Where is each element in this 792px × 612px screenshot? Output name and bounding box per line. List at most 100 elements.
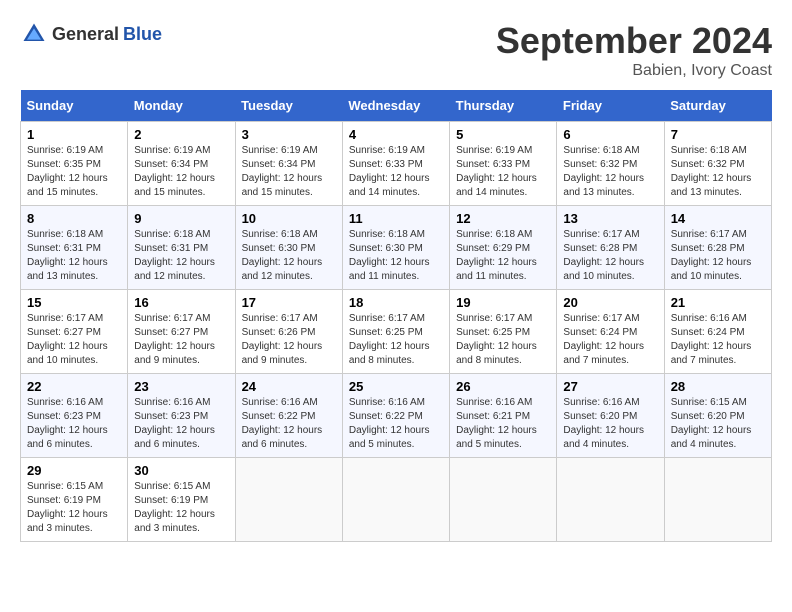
day-info: Sunrise: 6:16 AMSunset: 6:21 PMDaylight:… <box>456 396 550 452</box>
day-info: Sunrise: 6:16 AMSunset: 6:20 PMDaylight:… <box>563 396 657 452</box>
day-number: 7 <box>671 127 765 142</box>
logo: GeneralBlue <box>20 20 162 48</box>
day-number: 18 <box>349 295 443 310</box>
calendar-cell: 19 Sunrise: 6:17 AMSunset: 6:25 PMDayligh… <box>450 290 557 374</box>
day-info: Sunrise: 6:17 AMSunset: 6:27 PMDaylight:… <box>134 312 228 368</box>
day-number: 24 <box>242 379 336 394</box>
calendar-cell: 12 Sunrise: 6:18 AMSunset: 6:29 PMDayligh… <box>450 206 557 290</box>
day-info: Sunrise: 6:17 AMSunset: 6:24 PMDaylight:… <box>563 312 657 368</box>
logo-icon <box>20 20 48 48</box>
day-info: Sunrise: 6:19 AMSunset: 6:35 PMDaylight:… <box>27 144 121 200</box>
calendar-cell: 23 Sunrise: 6:16 AMSunset: 6:23 PMDayligh… <box>128 374 235 458</box>
day-info: Sunrise: 6:17 AMSunset: 6:26 PMDaylight:… <box>242 312 336 368</box>
day-number: 28 <box>671 379 765 394</box>
calendar-week-row: 1 Sunrise: 6:19 AMSunset: 6:35 PMDaylight… <box>21 122 772 206</box>
day-number: 21 <box>671 295 765 310</box>
calendar-week-row: 22 Sunrise: 6:16 AMSunset: 6:23 PMDayligh… <box>21 374 772 458</box>
weekday-header-monday: Monday <box>128 90 235 122</box>
calendar-cell: 21 Sunrise: 6:16 AMSunset: 6:24 PMDayligh… <box>664 290 771 374</box>
day-number: 20 <box>563 295 657 310</box>
calendar-week-row: 15 Sunrise: 6:17 AMSunset: 6:27 PMDayligh… <box>21 290 772 374</box>
day-number: 6 <box>563 127 657 142</box>
day-number: 8 <box>27 211 121 226</box>
day-info: Sunrise: 6:17 AMSunset: 6:25 PMDaylight:… <box>456 312 550 368</box>
day-number: 27 <box>563 379 657 394</box>
day-info: Sunrise: 6:16 AMSunset: 6:23 PMDaylight:… <box>134 396 228 452</box>
day-info: Sunrise: 6:18 AMSunset: 6:29 PMDaylight:… <box>456 228 550 284</box>
calendar-cell: 9 Sunrise: 6:18 AMSunset: 6:31 PMDaylight… <box>128 206 235 290</box>
weekday-header-thursday: Thursday <box>450 90 557 122</box>
calendar-cell: 4 Sunrise: 6:19 AMSunset: 6:33 PMDaylight… <box>342 122 449 206</box>
day-number: 5 <box>456 127 550 142</box>
day-info: Sunrise: 6:17 AMSunset: 6:28 PMDaylight:… <box>563 228 657 284</box>
day-number: 23 <box>134 379 228 394</box>
calendar-table: SundayMondayTuesdayWednesdayThursdayFrid… <box>20 90 772 542</box>
calendar-cell: 15 Sunrise: 6:17 AMSunset: 6:27 PMDayligh… <box>21 290 128 374</box>
calendar-cell: 20 Sunrise: 6:17 AMSunset: 6:24 PMDayligh… <box>557 290 664 374</box>
day-info: Sunrise: 6:17 AMSunset: 6:27 PMDaylight:… <box>27 312 121 368</box>
calendar-cell: 2Sunrise: 6:19 AMSunset: 6:34 PMDaylight… <box>128 122 235 206</box>
calendar-cell: 17 Sunrise: 6:17 AMSunset: 6:26 PMDayligh… <box>235 290 342 374</box>
calendar-cell <box>664 458 771 542</box>
calendar-cell <box>557 458 664 542</box>
day-number: 13 <box>563 211 657 226</box>
calendar-cell: 11 Sunrise: 6:18 AMSunset: 6:30 PMDayligh… <box>342 206 449 290</box>
day-number: 29 <box>27 463 121 478</box>
day-info: Sunrise: 6:19 AMSunset: 6:33 PMDaylight:… <box>349 144 443 200</box>
day-number: 25 <box>349 379 443 394</box>
day-info: Sunrise: 6:18 AMSunset: 6:31 PMDaylight:… <box>27 228 121 284</box>
calendar-cell: 1 Sunrise: 6:19 AMSunset: 6:35 PMDaylight… <box>21 122 128 206</box>
weekday-header-row: SundayMondayTuesdayWednesdayThursdayFrid… <box>21 90 772 122</box>
calendar-cell: 8 Sunrise: 6:18 AMSunset: 6:31 PMDaylight… <box>21 206 128 290</box>
day-info: Sunrise: 6:15 AMSunset: 6:20 PMDaylight:… <box>671 396 765 452</box>
day-info: Sunrise: 6:16 AMSunset: 6:23 PMDaylight:… <box>27 396 121 452</box>
day-info: Sunrise: 6:18 AMSunset: 6:32 PMDaylight:… <box>563 144 657 200</box>
weekday-header-sunday: Sunday <box>21 90 128 122</box>
calendar-cell: 24Sunrise: 6:16 AMSunset: 6:22 PMDayligh… <box>235 374 342 458</box>
day-info: Sunrise: 6:18 AMSunset: 6:30 PMDaylight:… <box>349 228 443 284</box>
calendar-cell: 18 Sunrise: 6:17 AMSunset: 6:25 PMDayligh… <box>342 290 449 374</box>
day-info: Sunrise: 6:18 AMSunset: 6:31 PMDaylight:… <box>134 228 228 284</box>
day-number: 9 <box>134 211 228 226</box>
day-number: 16 <box>134 295 228 310</box>
calendar-cell: 30Sunrise: 6:15 AMSunset: 6:19 PMDayligh… <box>128 458 235 542</box>
day-number: 11 <box>349 211 443 226</box>
day-number: 10 <box>242 211 336 226</box>
calendar-week-row: 29 Sunrise: 6:15 AMSunset: 6:19 PMDayligh… <box>21 458 772 542</box>
day-info: Sunrise: 6:15 AMSunset: 6:19 PMDaylight:… <box>27 480 121 536</box>
day-number: 17 <box>242 295 336 310</box>
day-info: Sunrise: 6:17 AMSunset: 6:25 PMDaylight:… <box>349 312 443 368</box>
calendar-cell: 7 Sunrise: 6:18 AMSunset: 6:32 PMDaylight… <box>664 122 771 206</box>
calendar-cell <box>450 458 557 542</box>
weekday-header-wednesday: Wednesday <box>342 90 449 122</box>
calendar-cell: 29 Sunrise: 6:15 AMSunset: 6:19 PMDayligh… <box>21 458 128 542</box>
calendar-cell: 3Sunrise: 6:19 AMSunset: 6:34 PMDaylight… <box>235 122 342 206</box>
day-info: Sunrise: 6:15 AMSunset: 6:19 PMDaylight:… <box>134 480 228 536</box>
day-number: 4 <box>349 127 443 142</box>
day-number: 14 <box>671 211 765 226</box>
calendar-cell: 10Sunrise: 6:18 AMSunset: 6:30 PMDayligh… <box>235 206 342 290</box>
calendar-cell: 28 Sunrise: 6:15 AMSunset: 6:20 PMDayligh… <box>664 374 771 458</box>
day-number: 12 <box>456 211 550 226</box>
day-info: Sunrise: 6:17 AMSunset: 6:28 PMDaylight:… <box>671 228 765 284</box>
day-number: 19 <box>456 295 550 310</box>
title-block: September 2024 Babien, Ivory Coast <box>496 20 772 80</box>
calendar-cell <box>235 458 342 542</box>
calendar-cell: 16 Sunrise: 6:17 AMSunset: 6:27 PMDayligh… <box>128 290 235 374</box>
day-info: Sunrise: 6:19 AMSunset: 6:34 PMDaylight:… <box>242 144 336 200</box>
logo-blue: Blue <box>123 24 162 45</box>
day-info: Sunrise: 6:16 AMSunset: 6:24 PMDaylight:… <box>671 312 765 368</box>
day-number: 1 <box>27 127 121 142</box>
calendar-cell: 22 Sunrise: 6:16 AMSunset: 6:23 PMDayligh… <box>21 374 128 458</box>
day-info: Sunrise: 6:16 AMSunset: 6:22 PMDaylight:… <box>349 396 443 452</box>
day-info: Sunrise: 6:18 AMSunset: 6:32 PMDaylight:… <box>671 144 765 200</box>
day-info: Sunrise: 6:19 AMSunset: 6:33 PMDaylight:… <box>456 144 550 200</box>
day-number: 22 <box>27 379 121 394</box>
page-header: GeneralBlue September 2024 Babien, Ivory… <box>20 20 772 80</box>
day-number: 26 <box>456 379 550 394</box>
day-info: Sunrise: 6:19 AMSunset: 6:34 PMDaylight:… <box>134 144 228 200</box>
calendar-cell: 5 Sunrise: 6:19 AMSunset: 6:33 PMDaylight… <box>450 122 557 206</box>
day-number: 15 <box>27 295 121 310</box>
calendar-cell: 14 Sunrise: 6:17 AMSunset: 6:28 PMDayligh… <box>664 206 771 290</box>
calendar-cell: 6 Sunrise: 6:18 AMSunset: 6:32 PMDaylight… <box>557 122 664 206</box>
